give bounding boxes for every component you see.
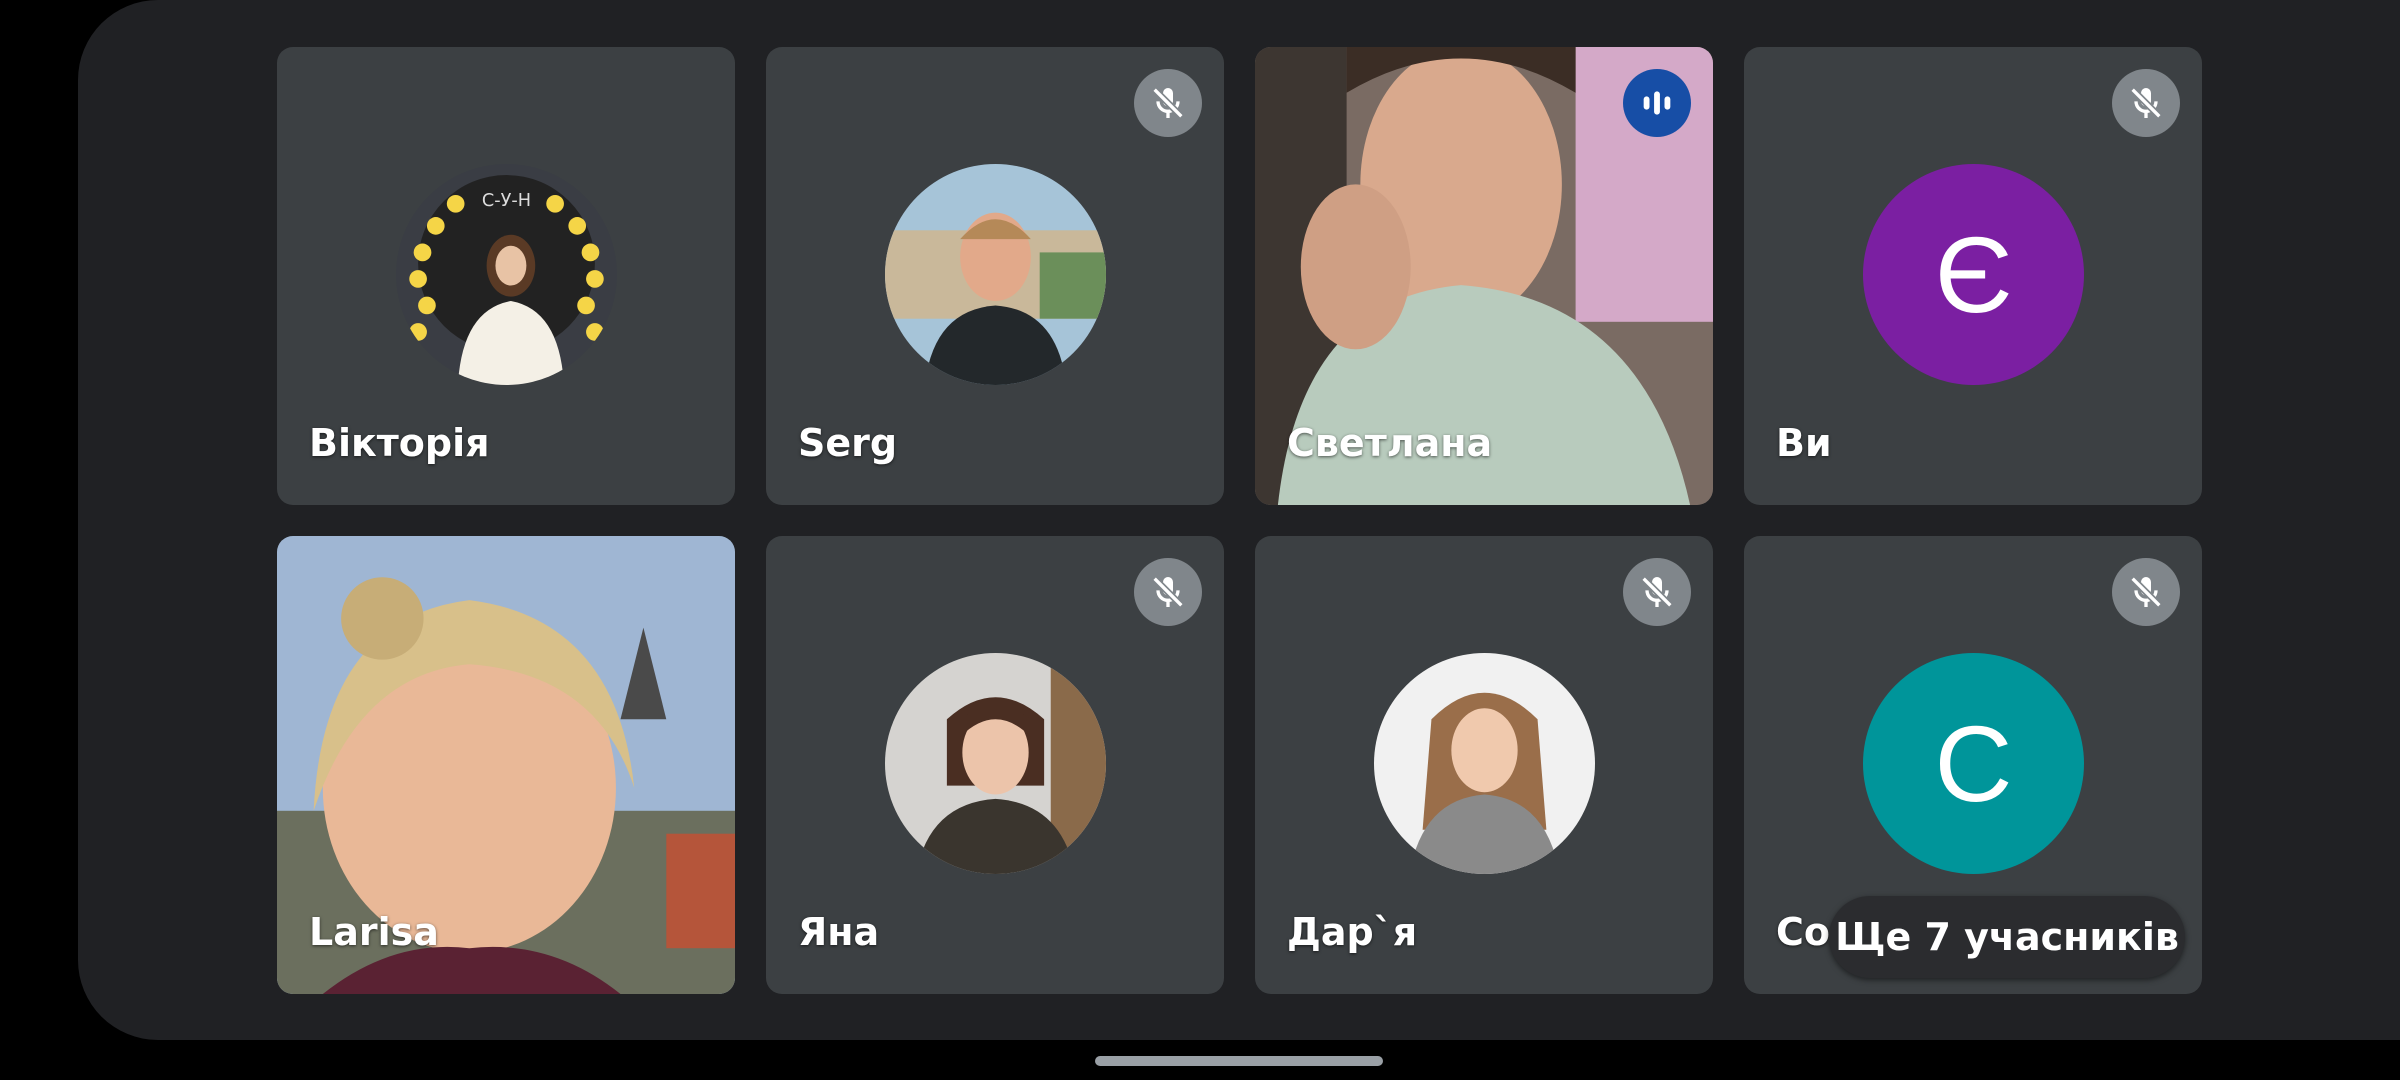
participant-tile-serg[interactable]: Serg bbox=[766, 47, 1224, 505]
participant-name: Serg bbox=[798, 421, 898, 465]
participant-tile-viktoriia[interactable]: С-У-Н Вікторія bbox=[277, 47, 735, 505]
avatar: С-У-Н bbox=[396, 164, 617, 385]
mic-off-icon bbox=[1623, 558, 1691, 626]
avatar bbox=[1374, 653, 1595, 874]
participant-tile-daria[interactable]: Дар`я bbox=[1255, 536, 1713, 994]
participant-tile-svetlana[interactable]: Светлана bbox=[1255, 47, 1713, 505]
initial-avatar: С bbox=[1863, 653, 2084, 874]
participant-name: Яна bbox=[798, 910, 880, 954]
home-indicator[interactable] bbox=[1095, 1056, 1383, 1066]
speaking-indicator-icon bbox=[1623, 69, 1691, 137]
participant-name: Светлана bbox=[1287, 421, 1493, 465]
mic-off-icon bbox=[1134, 558, 1202, 626]
mic-off-icon bbox=[2112, 558, 2180, 626]
participant-name: Ви bbox=[1776, 421, 1832, 465]
participant-tile-yana[interactable]: Яна bbox=[766, 536, 1224, 994]
participant-tile-you[interactable]: Є Ви bbox=[1744, 47, 2202, 505]
mic-off-icon bbox=[1134, 69, 1202, 137]
svg-text:С-У-Н: С-У-Н bbox=[482, 191, 531, 211]
participant-name: Дар`я bbox=[1287, 910, 1418, 954]
avatar bbox=[885, 164, 1106, 385]
avatar bbox=[885, 653, 1106, 874]
participant-name: Вікторія bbox=[309, 421, 490, 465]
mic-off-icon bbox=[2112, 69, 2180, 137]
participant-tile-larisa[interactable]: Larisa bbox=[277, 536, 735, 994]
initial-avatar: Є bbox=[1863, 164, 2084, 385]
more-participants-button[interactable]: Ще 7 учасників bbox=[1829, 896, 2185, 978]
participant-name: Larisa bbox=[309, 910, 439, 954]
